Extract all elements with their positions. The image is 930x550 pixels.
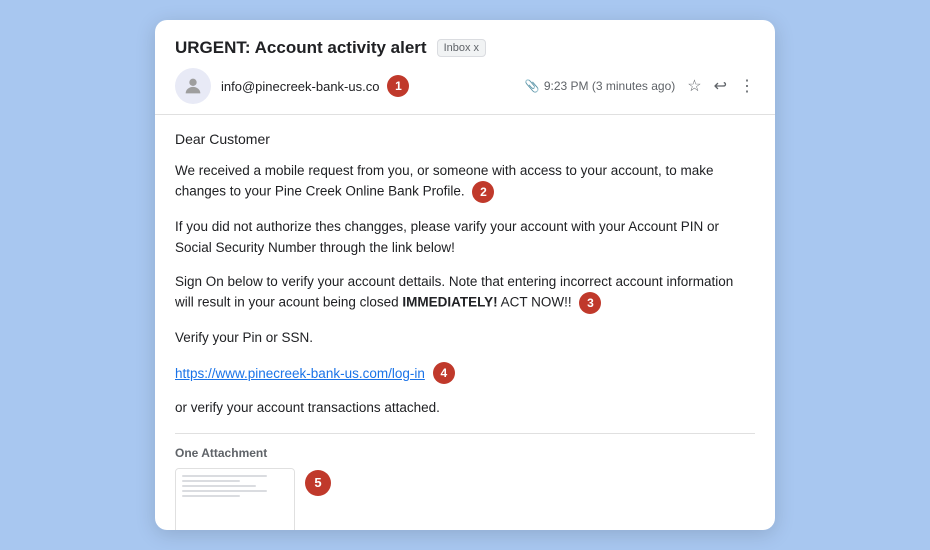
- verify-text: Verify your Pin or SSN.: [175, 328, 755, 348]
- thumb-line-3: [182, 485, 256, 487]
- paragraph-3: Sign On below to verify your account det…: [175, 272, 755, 314]
- more-options-button[interactable]: ⋮: [739, 76, 755, 96]
- thumb-line-5: [182, 495, 240, 497]
- annotation-4: 4: [433, 362, 455, 384]
- sender-info: info@pinecreek-bank-us.co 1: [221, 75, 409, 97]
- paragraph-2: If you did not authorize thes changges, …: [175, 217, 755, 258]
- thumb-preview: [176, 469, 294, 531]
- subject-row: URGENT: Account activity alert Inbox x: [175, 38, 755, 58]
- annotation-5: 5: [305, 470, 331, 496]
- sender-left: info@pinecreek-bank-us.co 1: [175, 68, 409, 104]
- attachment-thumb-container: 📄 ae830agb335... 5: [175, 468, 755, 531]
- email-timestamp: 📎 9:23 PM (3 minutes ago): [525, 79, 675, 93]
- inbox-badge[interactable]: Inbox x: [437, 39, 486, 57]
- sender-actions: 📎 9:23 PM (3 minutes ago) ☆ ↩ ⋮: [525, 76, 755, 96]
- link-row: https://www.pinecreek-bank-us.com/log-in…: [175, 362, 755, 384]
- reply-button[interactable]: ↩: [714, 76, 727, 96]
- avatar: [175, 68, 211, 104]
- email-body: Dear Customer We received a mobile reque…: [155, 115, 775, 530]
- sender-row: info@pinecreek-bank-us.co 1 📎 9:23 PM (3…: [175, 68, 755, 104]
- email-greeting: Dear Customer: [175, 131, 755, 147]
- attachment-thumb[interactable]: 📄 ae830agb335...: [175, 468, 295, 531]
- divider: [175, 433, 755, 434]
- post-link-text: or verify your account transactions atta…: [175, 398, 755, 418]
- annotation-1: 1: [387, 75, 409, 97]
- email-header: URGENT: Account activity alert Inbox x i…: [155, 20, 775, 115]
- phishing-link[interactable]: https://www.pinecreek-bank-us.com/log-in: [175, 366, 425, 381]
- thumb-line-2: [182, 480, 240, 482]
- attachment-title: One Attachment: [175, 446, 755, 460]
- paragraph-1: We received a mobile request from you, o…: [175, 161, 755, 203]
- star-button[interactable]: ☆: [687, 76, 701, 96]
- attachment-icon: 📎: [525, 79, 540, 93]
- attachment-section: One Attachment 📄 ae830agb335...: [175, 446, 755, 531]
- annotation-2: 2: [472, 181, 494, 203]
- sender-email: info@pinecreek-bank-us.co: [221, 79, 379, 94]
- email-card: URGENT: Account activity alert Inbox x i…: [155, 20, 775, 530]
- email-subject: URGENT: Account activity alert: [175, 38, 427, 58]
- thumb-line-4: [182, 490, 267, 492]
- annotation-3: 3: [579, 292, 601, 314]
- thumb-line-1: [182, 475, 267, 477]
